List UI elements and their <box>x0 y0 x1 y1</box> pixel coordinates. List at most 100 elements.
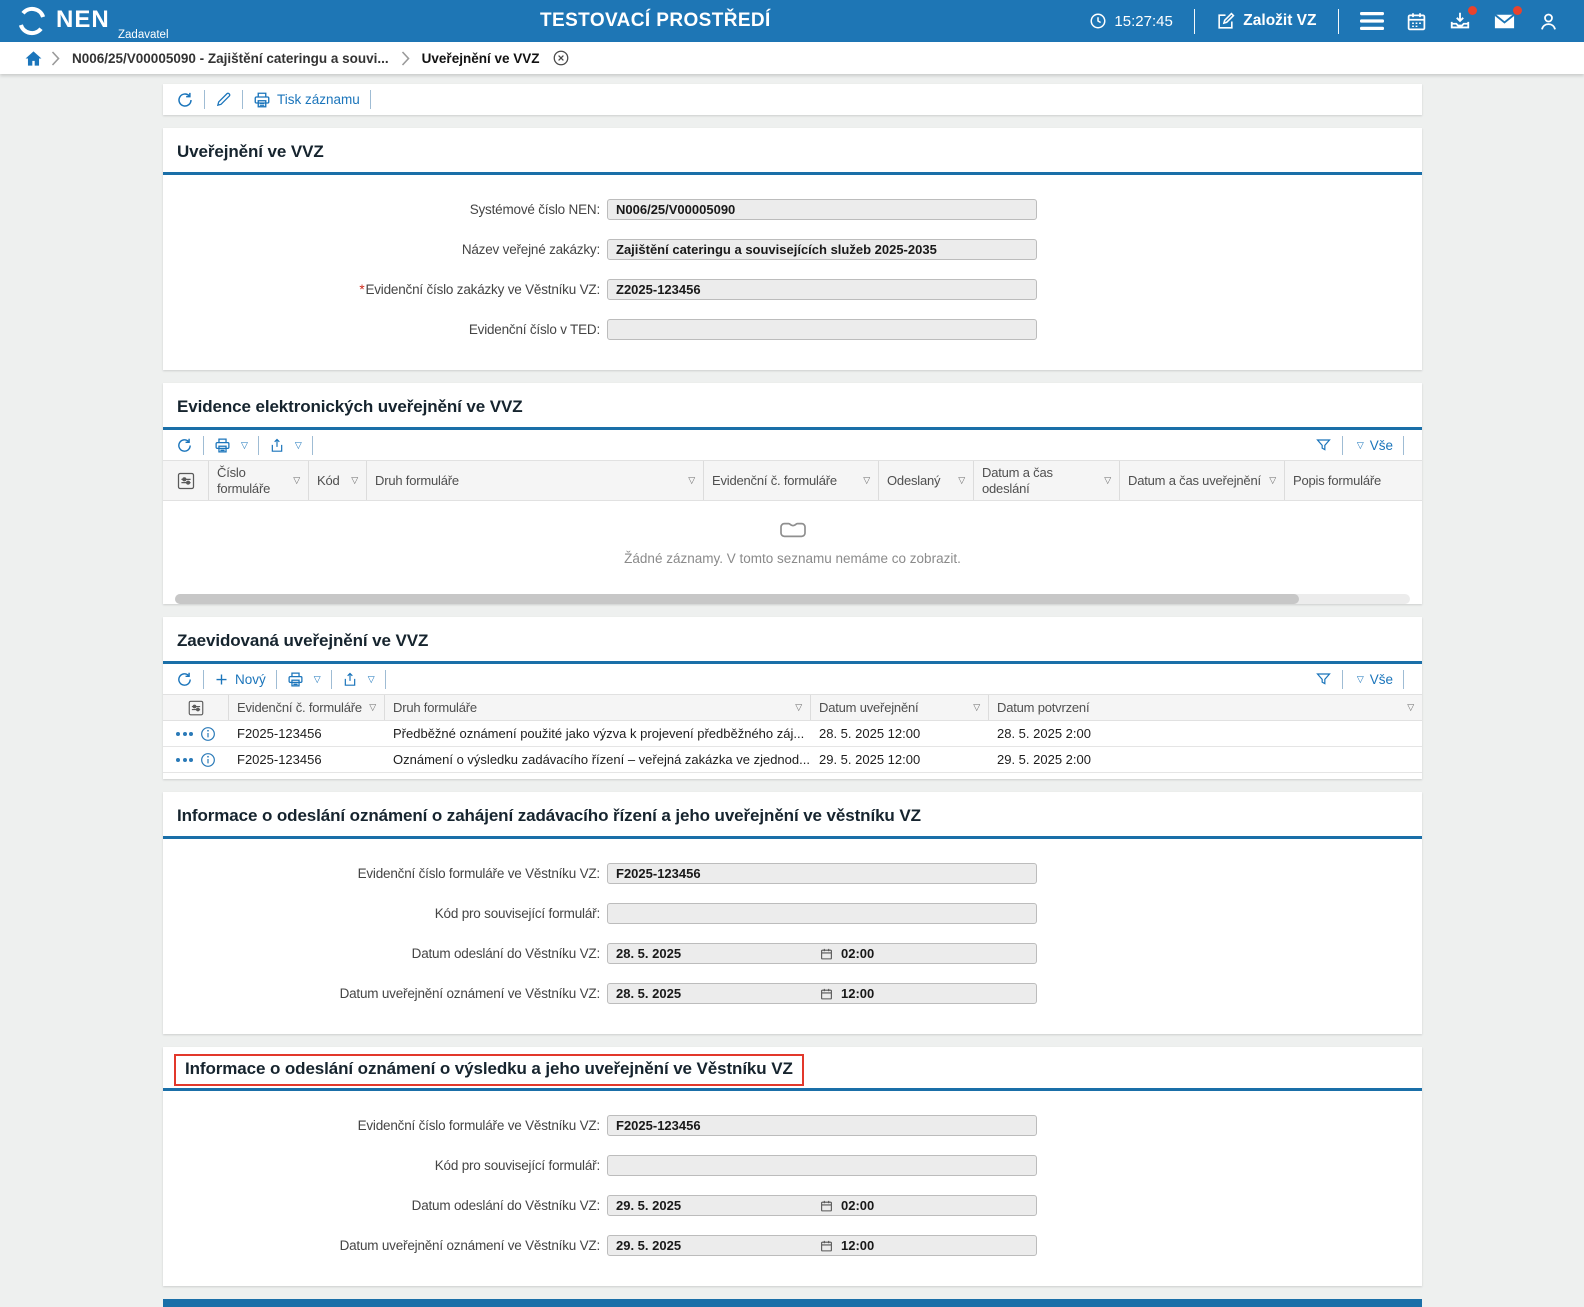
filter-triangle-icon[interactable]: ▽ <box>958 475 965 486</box>
table-header-cell[interactable]: Datum potvrzení▽ <box>989 695 1422 720</box>
filter-triangle-icon[interactable]: ▽ <box>688 475 695 486</box>
divider <box>385 670 386 689</box>
calendar-small-icon[interactable] <box>820 1239 833 1253</box>
downloads-button[interactable] <box>1449 10 1471 32</box>
date-value: 28. 5. 2025 <box>616 946 681 961</box>
ted-number-input[interactable] <box>607 319 1037 340</box>
column-settings-button[interactable] <box>163 695 229 720</box>
printer-icon <box>253 91 271 109</box>
cell-form-type: Oznámení o výsledku zadávacího řízení – … <box>385 752 811 767</box>
field-row: Kód pro související formulář: <box>163 1155 1422 1176</box>
new-button[interactable]: Nový <box>214 672 266 687</box>
row-info-button[interactable] <box>200 752 216 768</box>
close-tab-icon[interactable] <box>552 49 570 67</box>
filter-all-label: Vše <box>1370 672 1393 687</box>
print-record-button[interactable]: Tisk záznamu <box>253 91 360 109</box>
form-number-input[interactable]: F2025-123456 <box>607 863 1037 884</box>
refresh-button[interactable] <box>176 671 193 688</box>
related-code-input[interactable] <box>607 903 1037 924</box>
refresh-button[interactable] <box>176 437 193 454</box>
form-number-input[interactable]: F2025-123456 <box>607 1115 1037 1136</box>
menu-button[interactable] <box>1360 12 1384 30</box>
table-header-cell[interactable]: Datum a čas uveřejnění▽ <box>1120 461 1285 500</box>
filter-triangle-icon[interactable]: ▽ <box>1269 475 1276 486</box>
filter-all-label: Vše <box>1370 438 1393 453</box>
evidence-toolbar: ▽ ▽ ▽ Vše <box>163 430 1422 460</box>
filter-triangle-icon[interactable]: ▽ <box>1407 702 1414 713</box>
calendar-small-icon[interactable] <box>820 947 833 961</box>
table-header-cell[interactable]: Kód▽ <box>309 461 367 500</box>
messages-button[interactable] <box>1493 10 1516 33</box>
dropdown-triangle-icon[interactable]: ▽ <box>314 674 321 685</box>
table-header-cell[interactable]: Odeslaný▽ <box>879 461 974 500</box>
table-header-cell[interactable]: Evidenční č. formuláře▽ <box>704 461 879 500</box>
filter-all-button[interactable]: ▽ Vše <box>1353 438 1393 453</box>
breadcrumb-item-procurement[interactable]: N006/25/V00005090 - Zajištění cateringu … <box>72 51 389 66</box>
field-label: Název veřejné zakázky: <box>163 242 600 257</box>
column-settings-button[interactable] <box>163 461 209 500</box>
filter-triangle-icon[interactable]: ▽ <box>973 702 980 713</box>
hamburger-menu-icon <box>1360 12 1384 30</box>
table-header-cell[interactable]: Datum uveřejnění▽ <box>811 695 989 720</box>
environment-title: TESTOVACÍ PROSTŘEDÍ <box>540 10 771 32</box>
filter-funnel-button[interactable] <box>1315 671 1332 687</box>
filter-triangle-icon[interactable]: ▽ <box>1104 475 1111 486</box>
calendar-button[interactable] <box>1406 11 1427 32</box>
table-header-cell[interactable]: Datum a čas odeslání▽ <box>974 461 1120 500</box>
cell-form-number: F2025-123456 <box>229 726 385 741</box>
section-title: Informace o odeslání oznámení o výsledku… <box>185 1059 793 1079</box>
export-button[interactable]: ▽ <box>269 437 302 454</box>
table-header-cell[interactable]: Popis formuláře <box>1285 461 1422 500</box>
table-header-cell[interactable]: Číslo formuláře▽ <box>209 461 309 500</box>
time-value: 12:00 <box>841 1238 874 1253</box>
publish-date-input[interactable]: 29. 5. 2025 12:00 <box>607 1235 1037 1256</box>
user-button[interactable] <box>1538 11 1559 32</box>
print-button[interactable]: ▽ <box>287 671 321 688</box>
table-header-cell[interactable]: Druh formuláře▽ <box>385 695 811 720</box>
calendar-small-icon[interactable] <box>820 987 833 1001</box>
divider <box>203 670 204 689</box>
export-button[interactable]: ▽ <box>342 671 375 688</box>
divider <box>1342 670 1343 689</box>
filter-triangle-icon[interactable]: ▽ <box>795 702 802 713</box>
print-button[interactable]: ▽ <box>214 437 248 454</box>
filter-triangle-icon[interactable]: ▽ <box>293 475 300 486</box>
vvz-number-input[interactable]: Z2025-123456 <box>607 279 1037 300</box>
time-value: 12:00 <box>841 986 874 1001</box>
section-info-start: Informace o odeslání oznámení o zahájení… <box>163 792 1422 1034</box>
filter-funnel-button[interactable] <box>1315 437 1332 453</box>
system-number-input[interactable]: N006/25/V00005090 <box>607 199 1037 220</box>
scrollbar-thumb[interactable] <box>175 594 1299 604</box>
create-vz-button[interactable]: Založit VZ <box>1216 12 1316 31</box>
new-button-label: Nový <box>235 672 266 687</box>
table-row[interactable]: F2025-123456 Předběžné oznámení použité … <box>163 721 1422 747</box>
clock-icon <box>1089 12 1107 30</box>
related-code-input[interactable] <box>607 1155 1037 1176</box>
dropdown-triangle-icon[interactable]: ▽ <box>368 674 375 685</box>
filter-triangle-icon[interactable]: ▽ <box>369 702 376 713</box>
filter-all-button[interactable]: ▽ Vše <box>1353 672 1393 687</box>
field-label: Evidenční číslo formuláře ve Věstníku VZ… <box>163 866 600 881</box>
nen-logo[interactable]: NEN Zadavatel <box>16 5 110 37</box>
refresh-button[interactable] <box>176 91 194 109</box>
row-info-button[interactable] <box>200 726 216 742</box>
send-date-input[interactable]: 28. 5. 2025 02:00 <box>607 943 1037 964</box>
dropdown-triangle-icon[interactable]: ▽ <box>241 440 248 451</box>
section-title: Evidence elektronických uveřejnění ve VV… <box>163 383 1422 427</box>
row-menu-button[interactable] <box>176 732 193 736</box>
table-row[interactable]: F2025-123456 Oznámení o výsledku zadávac… <box>163 747 1422 773</box>
table-header-cell[interactable]: Evidenční č. formuláře▽ <box>229 695 385 720</box>
brand-title: NEN <box>56 6 110 33</box>
table-header-cell[interactable]: Druh formuláře▽ <box>367 461 704 500</box>
edit-record-button[interactable] <box>215 91 232 108</box>
calendar-small-icon[interactable] <box>820 1199 833 1213</box>
dropdown-triangle-icon[interactable]: ▽ <box>295 440 302 451</box>
field-label: Evidenční číslo formuláře ve Věstníku VZ… <box>163 1118 600 1133</box>
row-menu-button[interactable] <box>176 758 193 762</box>
send-date-input[interactable]: 29. 5. 2025 02:00 <box>607 1195 1037 1216</box>
home-icon[interactable] <box>24 49 43 68</box>
filter-triangle-icon[interactable]: ▽ <box>351 475 358 486</box>
publish-date-input[interactable]: 28. 5. 2025 12:00 <box>607 983 1037 1004</box>
contract-name-input[interactable]: Zajištění cateringu a souvisejících služ… <box>607 239 1037 260</box>
filter-triangle-icon[interactable]: ▽ <box>863 475 870 486</box>
